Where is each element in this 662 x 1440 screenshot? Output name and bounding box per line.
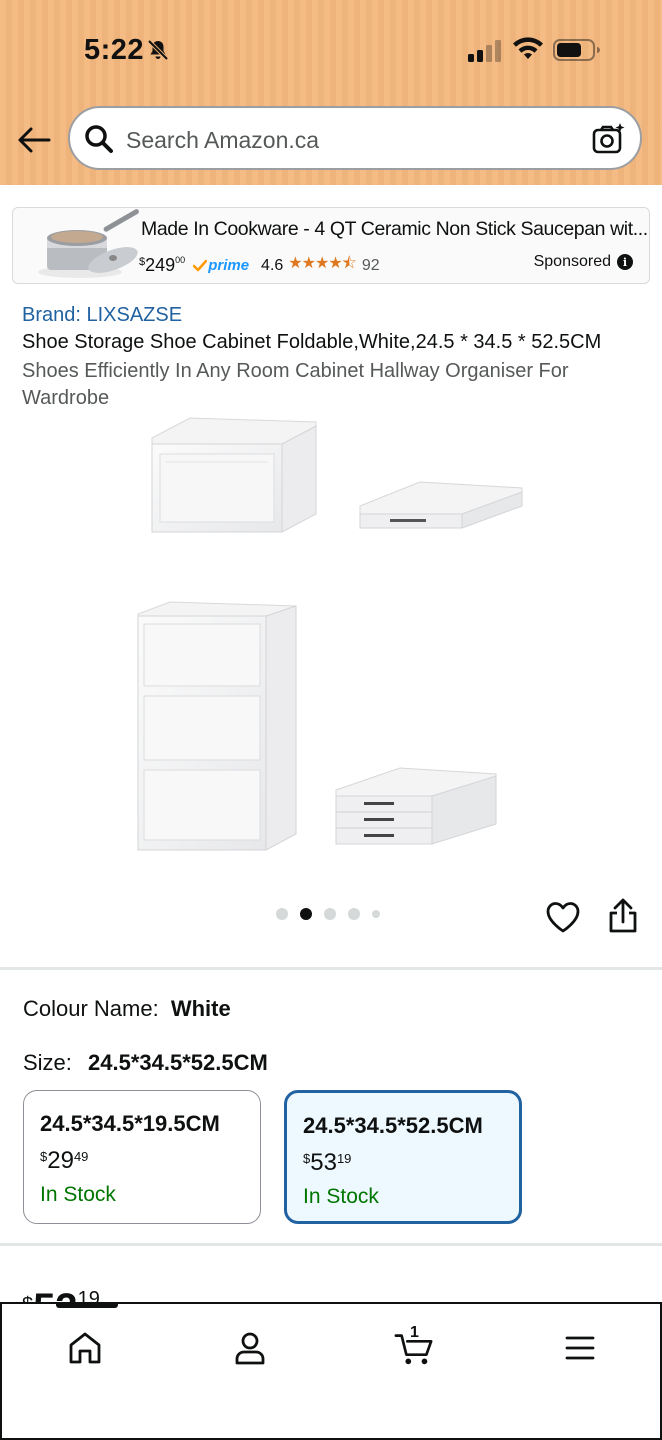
active-tab-indicator bbox=[56, 1304, 118, 1308]
nav-menu[interactable] bbox=[560, 1328, 600, 1368]
camera-search-icon[interactable] bbox=[592, 122, 626, 156]
size-value: 24.5*34.5*52.5CM bbox=[88, 1050, 268, 1075]
price-whole: 53 bbox=[310, 1149, 337, 1176]
search-icon bbox=[85, 125, 113, 153]
stock-status: In Stock bbox=[303, 1185, 379, 1208]
colour-label: Colour Name: bbox=[23, 996, 159, 1021]
folded-box-illustration bbox=[359, 481, 523, 529]
section-divider bbox=[0, 1243, 662, 1246]
bottom-navigation: 1 bbox=[0, 1302, 662, 1440]
status-time: 5:22 bbox=[84, 34, 145, 66]
section-divider bbox=[0, 967, 662, 970]
ad-rating: 4.6 bbox=[261, 256, 284, 274]
ad-title[interactable]: Made In Cookware - 4 QT Ceramic Non Stic… bbox=[141, 218, 648, 241]
ad-meta: $ 249 00 prime 4.6 ★★★★⯪ 92 bbox=[139, 252, 380, 279]
star-rating-icon: ★★★★⯪ bbox=[288, 255, 357, 272]
arrow-left-icon bbox=[18, 127, 51, 153]
brand-link[interactable]: Brand: LIXSAZSE bbox=[22, 304, 182, 327]
sponsored-ad-banner[interactable]: Made In Cookware - 4 QT Ceramic Non Stic… bbox=[12, 207, 650, 284]
price-whole: 29 bbox=[47, 1147, 74, 1174]
sponsored-label[interactable]: Sponsored i bbox=[534, 253, 633, 271]
size-option-price: $5319 bbox=[303, 1149, 351, 1177]
product-title-continued: Shoes Efficiently In Any Room Cabinet Ha… bbox=[22, 360, 569, 409]
carousel-dot-active[interactable] bbox=[300, 908, 312, 920]
prime-label: prime bbox=[208, 257, 250, 274]
ad-price-whole: 249 bbox=[145, 255, 176, 275]
prime-check-icon bbox=[193, 259, 208, 271]
size-option-label: 24.5*34.5*19.5CM bbox=[40, 1111, 220, 1136]
prime-badge: prime bbox=[193, 257, 249, 274]
size-option-label: 24.5*34.5*52.5CM bbox=[303, 1113, 483, 1138]
price-currency: $ bbox=[40, 1149, 48, 1164]
app-header: 5:22 Search Amazon.ca bbox=[0, 0, 662, 185]
share-icon[interactable] bbox=[607, 898, 639, 934]
nav-cart[interactable]: 1 bbox=[394, 1324, 434, 1368]
battery-icon bbox=[553, 39, 600, 61]
info-icon[interactable]: i bbox=[617, 254, 633, 270]
search-input[interactable]: Search Amazon.ca bbox=[126, 127, 319, 154]
ad-price-currency: $ bbox=[139, 255, 146, 268]
stacked-boxes-illustration bbox=[137, 601, 297, 851]
bell-muted-icon bbox=[147, 39, 169, 61]
size-option-price: $2949 bbox=[40, 1147, 88, 1175]
price-currency: $ bbox=[303, 1151, 311, 1166]
stock-status: In Stock bbox=[40, 1183, 116, 1206]
carousel-dot[interactable] bbox=[324, 908, 336, 920]
price-fraction: 19 bbox=[336, 1151, 352, 1166]
carousel-dot[interactable] bbox=[276, 908, 288, 920]
folded-stack-illustration bbox=[335, 767, 497, 845]
single-box-illustration bbox=[151, 417, 317, 533]
nav-account[interactable] bbox=[230, 1328, 270, 1368]
price-fraction: 49 bbox=[73, 1149, 89, 1164]
carousel-dot[interactable] bbox=[348, 908, 360, 920]
nav-home[interactable] bbox=[65, 1328, 105, 1368]
carousel-dot[interactable] bbox=[372, 910, 380, 918]
signal-icon bbox=[468, 40, 501, 62]
sponsored-text: Sponsored bbox=[533, 253, 611, 270]
back-button[interactable] bbox=[14, 122, 54, 158]
search-bar[interactable]: Search Amazon.ca bbox=[68, 106, 642, 170]
saucepan-image bbox=[38, 209, 139, 278]
wifi-icon bbox=[513, 37, 543, 59]
size-option-1[interactable]: 24.5*34.5*19.5CM $2949 In Stock bbox=[23, 1090, 261, 1224]
colour-value: White bbox=[170, 996, 231, 1021]
size-label: Size: bbox=[23, 1050, 72, 1075]
colour-selection: Colour Name: White bbox=[23, 996, 231, 1022]
product-title: Shoe Storage Shoe Cabinet Foldable,White… bbox=[22, 331, 602, 353]
image-carousel-dots[interactable] bbox=[276, 908, 380, 920]
cart-count: 1 bbox=[410, 1324, 419, 1341]
menu-icon bbox=[565, 1336, 595, 1360]
home-icon bbox=[69, 1332, 101, 1364]
ad-price-fraction: 00 bbox=[175, 254, 186, 265]
heart-icon[interactable] bbox=[545, 900, 581, 934]
size-selection: Size: 24.5*34.5*52.5CM bbox=[23, 1050, 268, 1076]
account-icon bbox=[235, 1332, 265, 1365]
product-image[interactable] bbox=[130, 410, 540, 860]
ad-review-count: 92 bbox=[361, 256, 380, 274]
size-option-2-selected[interactable]: 24.5*34.5*52.5CM $5319 In Stock bbox=[284, 1090, 522, 1224]
